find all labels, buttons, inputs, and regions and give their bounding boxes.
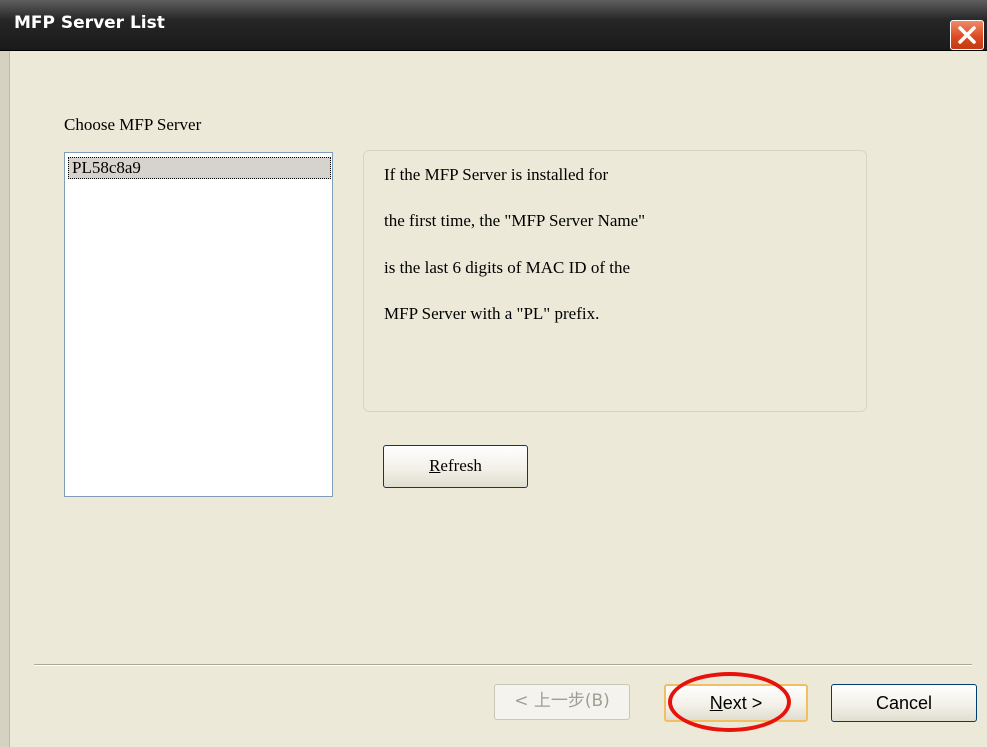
mfp-server-list-dialog: MFP Server List Choose MFP Server PL58c8… xyxy=(0,0,987,747)
next-label: ext > xyxy=(722,693,763,713)
refresh-label: efresh xyxy=(440,456,482,475)
info-line-4: MFP Server with a "PL" prefix. xyxy=(384,304,600,323)
back-button[interactable]: < 上一步(B) xyxy=(494,684,630,720)
close-button[interactable] xyxy=(950,20,984,50)
server-listbox[interactable]: PL58c8a9 xyxy=(64,152,333,497)
info-line-1: If the MFP Server is installed for xyxy=(384,165,609,184)
dialog-title: MFP Server List xyxy=(14,13,165,33)
next-accelerator: N xyxy=(709,693,723,713)
info-panel: If the MFP Server is installed for the f… xyxy=(363,150,867,412)
refresh-button[interactable]: Refresh xyxy=(383,445,528,488)
dialog-body: Choose MFP Server PL58c8a9 If the MFP Se… xyxy=(0,51,987,747)
choose-server-label: Choose MFP Server xyxy=(64,115,202,134)
refresh-accelerator: R xyxy=(429,456,441,475)
next-button[interactable]: Next > xyxy=(664,684,808,722)
cancel-button[interactable]: Cancel xyxy=(831,684,977,722)
info-line-3: is the last 6 digits of MAC ID of the xyxy=(384,258,631,277)
title-bar[interactable]: MFP Server List xyxy=(0,0,987,51)
window-left-edge xyxy=(0,51,10,747)
close-icon xyxy=(958,26,976,44)
info-line-2: the first time, the "MFP Server Name" xyxy=(384,211,646,230)
footer-divider xyxy=(34,664,972,666)
list-item-server[interactable]: PL58c8a9 xyxy=(68,157,331,179)
